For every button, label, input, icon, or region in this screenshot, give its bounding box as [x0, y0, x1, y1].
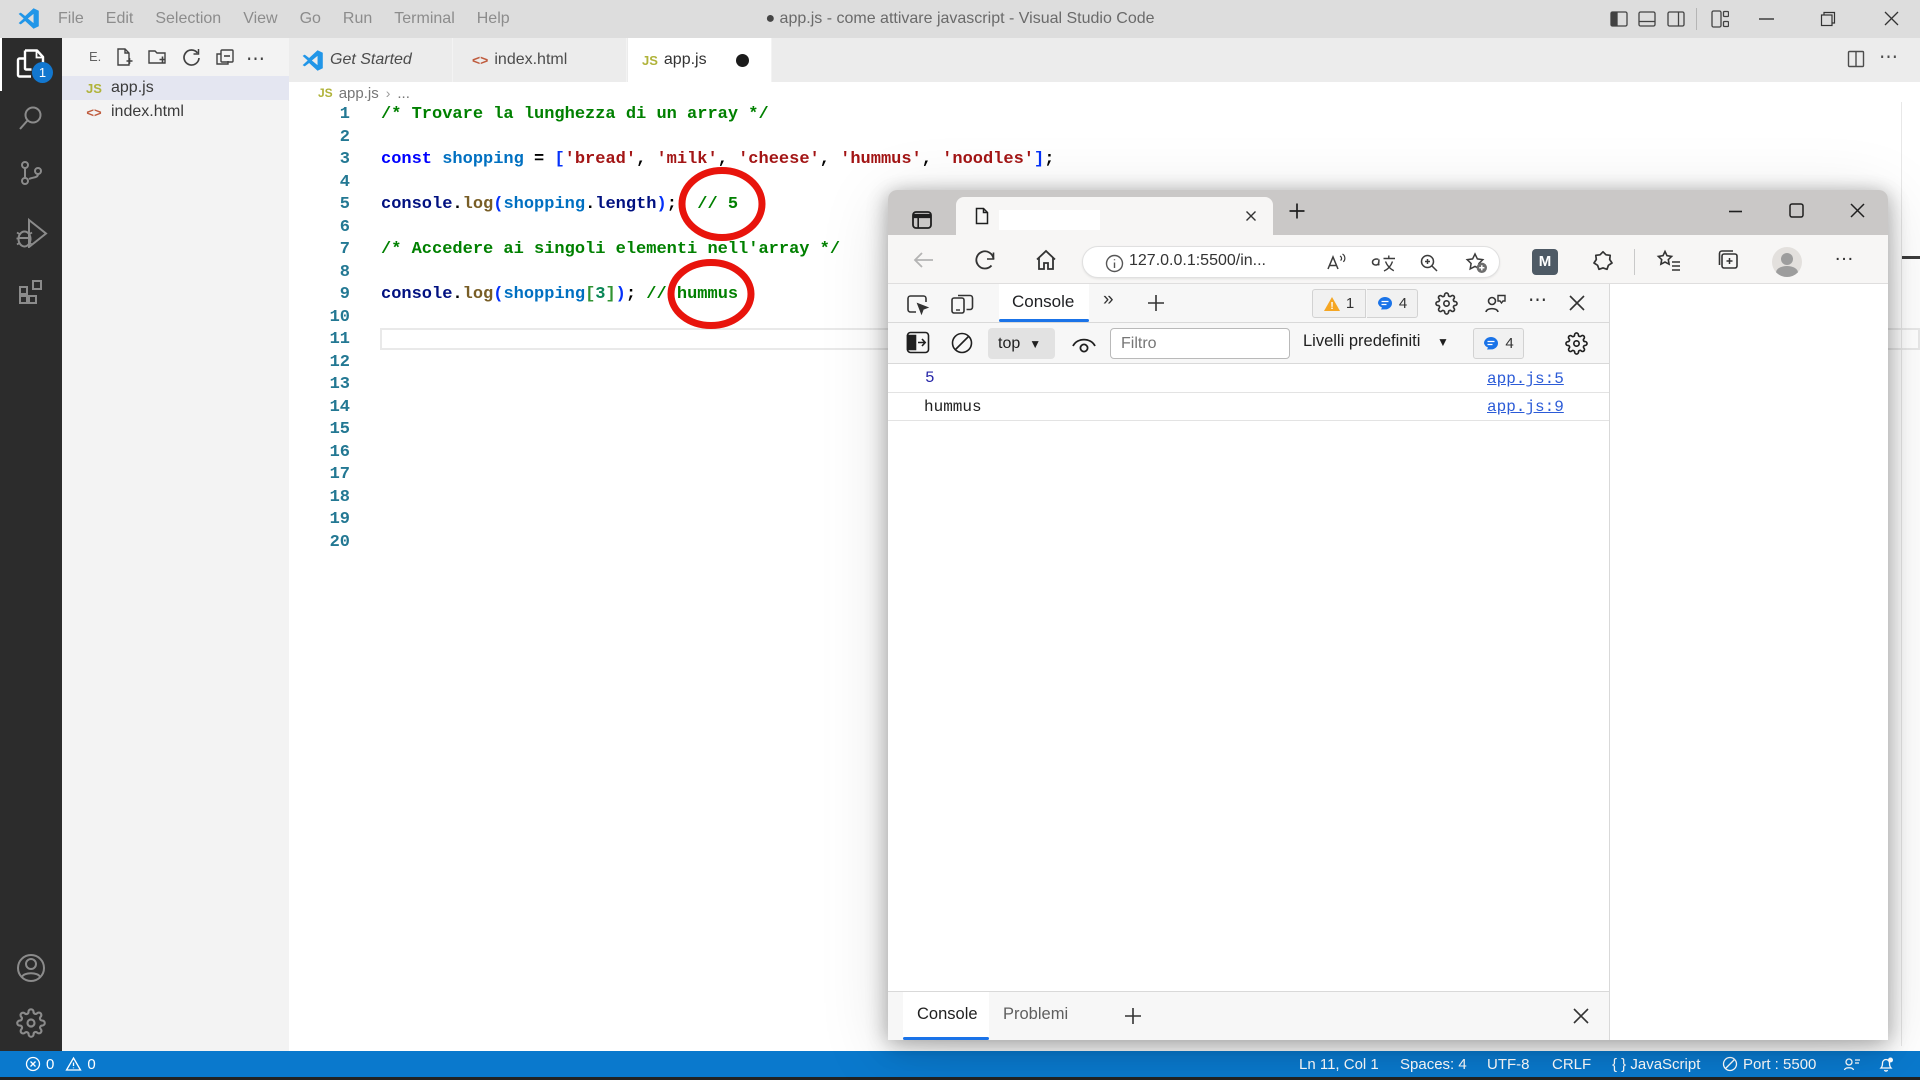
svg-text:!: !: [1330, 301, 1333, 311]
